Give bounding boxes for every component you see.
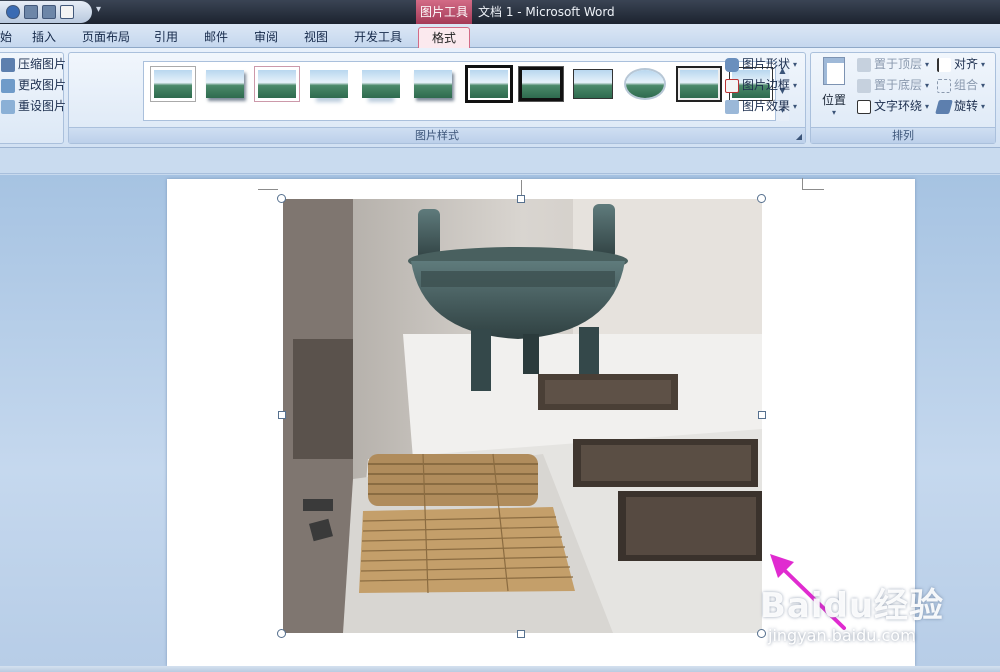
bring-front-icon (857, 57, 871, 72)
tab-developer[interactable]: 开发工具 (348, 27, 408, 48)
dropdown-arrow-icon: ▾ (831, 108, 836, 117)
baidu-watermark: Baidu经验 jingyan.baidu.com (760, 586, 945, 645)
tab-view[interactable]: 视图 (298, 27, 334, 48)
bring-to-front-button[interactable]: 置于顶层 ▾ (857, 55, 929, 74)
send-back-icon (857, 78, 871, 93)
change-picture-icon (1, 78, 15, 93)
tab-page-layout[interactable]: 页面布局 (76, 27, 136, 48)
resize-handle-bottom-left[interactable] (277, 629, 286, 638)
picture-styles-group: ▲ ▼ ▾ 图片形状 ▾ 图片边框 ▾ 图片效果 ▾ 图片样式 ◢ (68, 52, 806, 144)
picture-effects-icon (725, 99, 739, 114)
position-button[interactable]: 位置 ▾ (817, 57, 851, 125)
reset-picture-button[interactable]: 重设图片 (1, 97, 66, 116)
style-thumbnail[interactable] (626, 70, 664, 98)
align-icon (937, 57, 951, 72)
resize-handle-top-left[interactable] (277, 194, 286, 203)
style-thumbnail[interactable] (310, 70, 348, 98)
send-to-back-button[interactable]: 置于底层 ▾ (857, 76, 929, 95)
tab-insert[interactable]: 插入 (26, 27, 62, 48)
style-thumbnail[interactable] (414, 70, 452, 98)
status-bar (0, 666, 1000, 672)
group-icon (937, 78, 951, 93)
style-thumbnail[interactable] (206, 70, 244, 98)
align-button[interactable]: 对齐 ▾ (937, 55, 985, 74)
style-thumbnail[interactable] (470, 70, 508, 98)
style-thumbnail[interactable] (680, 70, 718, 98)
resize-handle-left[interactable] (278, 411, 286, 419)
exhibit-photo (283, 199, 762, 633)
text-wrap-icon (857, 99, 871, 114)
change-picture-button[interactable]: 更改图片 (1, 76, 66, 95)
resize-handle-right[interactable] (758, 411, 766, 419)
style-thumbnail[interactable] (574, 70, 612, 98)
tab-references[interactable]: 引用 (148, 27, 184, 48)
arrange-group: 位置 ▾ 置于顶层 ▾ 置于底层 ▾ 文字环绕 ▾ 对齐 ▾ 组合 ▾ 旋转 ▾… (810, 52, 996, 144)
print-icon[interactable] (42, 5, 56, 19)
style-thumbnail[interactable] (154, 70, 192, 98)
window-title: 文档 1 - Microsoft Word (478, 5, 615, 19)
style-thumbnail[interactable] (258, 70, 296, 98)
picture-border-button[interactable]: 图片边框 ▾ (725, 76, 797, 95)
picture-style-gallery (143, 61, 789, 121)
margin-mark (258, 178, 278, 190)
position-icon (823, 57, 845, 85)
word-logo-icon[interactable] (6, 5, 20, 19)
tab-mailings[interactable]: 邮件 (198, 27, 234, 48)
picture-styles-group-label: 图片样式 (69, 127, 805, 143)
tab-review[interactable]: 审阅 (248, 27, 284, 48)
reset-picture-icon (1, 99, 15, 114)
tab-format[interactable]: 格式 (418, 27, 470, 48)
compress-icon (1, 57, 15, 72)
title-bar: ▾ 图片工具 文档 1 - Microsoft Word (0, 0, 1000, 24)
dropdown-arrow-icon: ▾ (793, 60, 798, 69)
tab-home[interactable]: 始 (0, 27, 18, 48)
resize-handle-top[interactable] (517, 195, 525, 203)
resize-handle-top-right[interactable] (757, 194, 766, 203)
customize-qat-button[interactable]: ▾ (96, 4, 101, 15)
compress-pictures-button[interactable]: 压缩图片 (1, 55, 66, 74)
quick-access-toolbar (0, 1, 92, 23)
new-document-icon[interactable] (60, 5, 74, 19)
picture-tools-context-tab: 图片工具 (416, 0, 472, 24)
picture-border-icon (725, 78, 739, 93)
ribbon-tab-row: 始 插入 页面布局 引用 邮件 审阅 视图 开发工具 格式 (0, 24, 1000, 48)
picture-shape-icon (725, 57, 739, 72)
rotate-button[interactable]: 旋转 ▾ (935, 97, 985, 116)
dialog-launcher-icon[interactable]: ◢ (796, 132, 802, 141)
text-wrapping-button[interactable]: 文字环绕 ▾ (857, 97, 929, 116)
ribbon: 压缩图片 更改图片 重设图片 ▲ ▼ ▾ 图片形状 ▾ 图片边框 ▾ 图片效果 … (0, 48, 1000, 148)
arrange-group-label: 排列 (811, 127, 995, 143)
dropdown-arrow-icon: ▾ (793, 102, 798, 111)
print-preview-icon[interactable] (24, 5, 38, 19)
resize-handle-bottom[interactable] (517, 630, 525, 638)
style-thumbnail[interactable] (522, 70, 560, 98)
rotate-icon (935, 99, 953, 114)
style-thumbnail[interactable] (362, 70, 400, 98)
group-button[interactable]: 组合 ▾ (937, 76, 985, 95)
dropdown-arrow-icon: ▾ (793, 81, 798, 90)
ruler-bar (0, 148, 1000, 174)
selected-picture[interactable] (283, 199, 762, 633)
picture-shape-button[interactable]: 图片形状 ▾ (725, 55, 797, 74)
adjust-group: 压缩图片 更改图片 重设图片 (0, 52, 66, 144)
margin-mark (802, 178, 824, 190)
picture-effects-button[interactable]: 图片效果 ▾ (725, 97, 797, 116)
